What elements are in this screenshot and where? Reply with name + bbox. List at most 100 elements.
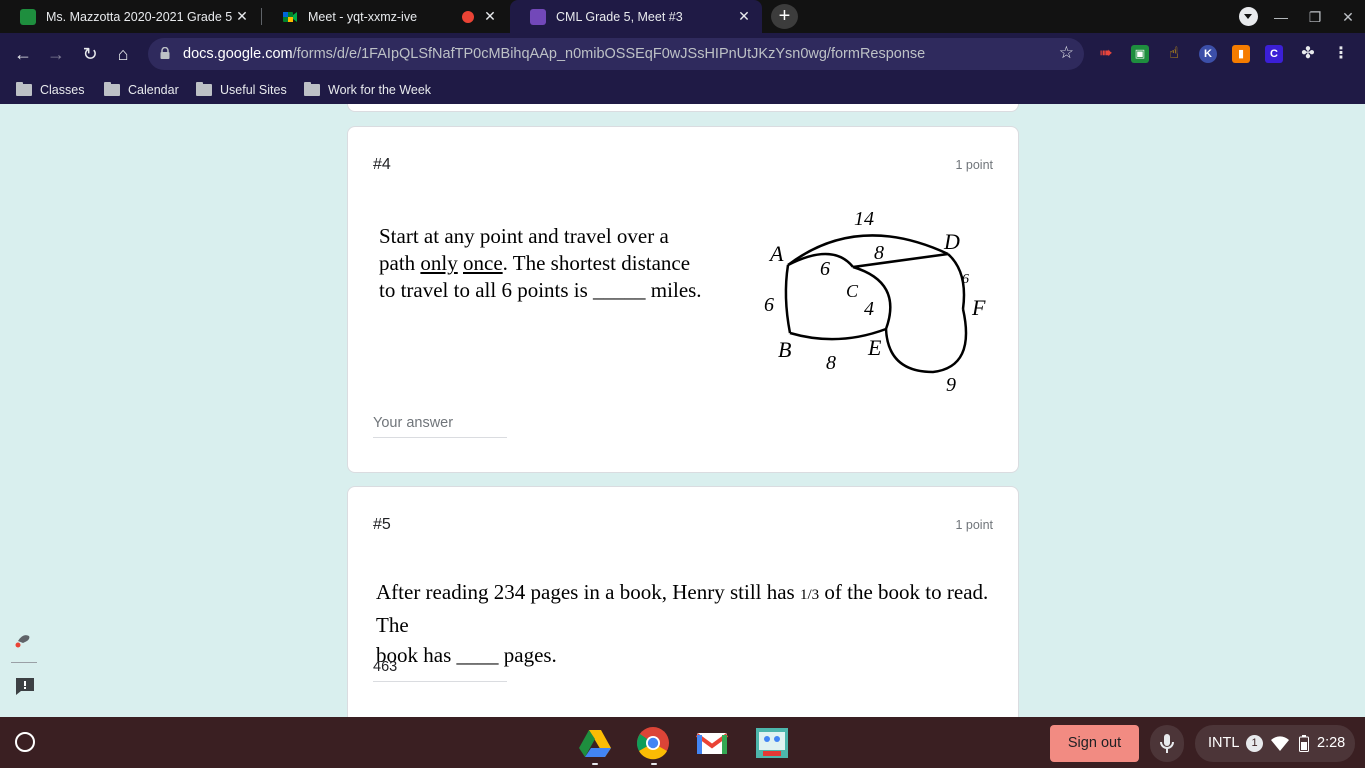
question-card-5: #5 1 point After reading 234 pages in a … [347, 486, 1019, 717]
bookmark-extension-icon[interactable]: ▮ [1232, 45, 1250, 63]
vertex-label: F [971, 295, 986, 320]
tab-forms[interactable]: CML Grade 5, Meet #3 ✕ [510, 0, 762, 33]
edge-label: 6 [764, 294, 774, 316]
edge-label: 8 [826, 352, 836, 374]
hand-raise-extension-icon[interactable]: ☝ [1165, 45, 1183, 63]
path-network-figure: A B C D E F 14 8 6 6 4 8 9 6 [764, 208, 986, 396]
notification-badge: 1 [1246, 735, 1263, 752]
bookmarks-bar: Classes Calendar Useful Sites Work for t… [0, 75, 1365, 104]
extensions-puzzle-icon[interactable]: ✤ [1299, 45, 1317, 63]
browser-toolbar: ← → ↻ ⌂ docs.google.com/forms/d/e/1FAIpQ… [0, 33, 1365, 75]
kami-extension-icon[interactable]: K [1199, 45, 1217, 63]
underlined-word: only [420, 251, 458, 275]
bookmark-folder-classes[interactable]: Classes [16, 80, 84, 100]
question-text-fragment: After reading 234 pages in a book, Henry… [376, 580, 795, 604]
tab-meet[interactable]: Meet - yqt-xxmz-ive ✕ [262, 0, 508, 33]
bookmark-folder-calendar[interactable]: Calendar [104, 80, 179, 100]
bookmark-folder-work-for-the-week[interactable]: Work for the Week [304, 80, 431, 100]
fraction-one-third: 1/3 [799, 587, 820, 603]
close-icon[interactable]: ✕ [734, 8, 754, 25]
question-text-line: to travel to all 6 points is _____ miles… [379, 278, 702, 302]
bookmark-label: Work for the Week [328, 83, 432, 97]
edge-label: 9 [946, 374, 956, 396]
status-tray[interactable]: INTL 1 2:28 [1195, 725, 1355, 762]
question-text-fragment: path [379, 251, 416, 275]
close-window-button[interactable]: ✕ [1337, 6, 1359, 28]
home-button[interactable]: ⌂ [111, 42, 135, 66]
annotation-pen-icon[interactable] [14, 631, 32, 649]
back-button[interactable]: ← [11, 42, 35, 66]
bookmark-label: Useful Sites [220, 83, 287, 97]
menu-kebab-icon[interactable]: ⋮ [1332, 45, 1350, 63]
vertex-label: D [943, 229, 960, 254]
bookmark-star-icon[interactable]: ☆ [1059, 43, 1074, 63]
clock-time: 2:28 [1317, 735, 1346, 751]
tab-classroom[interactable]: Ms. Mazzotta 2020-2021 Grade 5 ✕ [0, 0, 260, 33]
screencast-extension-icon[interactable]: ➠ [1097, 45, 1115, 63]
classroom-app-icon[interactable] [755, 726, 789, 760]
question-card-4: #4 1 point Start at any point and travel… [347, 126, 1019, 473]
app-running-indicator [651, 763, 657, 765]
recording-indicator-icon [462, 10, 474, 23]
answer-input[interactable]: Your answer [373, 412, 507, 438]
bookmark-folder-useful-sites[interactable]: Useful Sites [196, 80, 287, 100]
tab-title: Meet - yqt-xxmz-ive [308, 9, 418, 24]
tab-search-button[interactable] [1239, 7, 1258, 26]
url-text: docs.google.com/forms/d/e/1FAIpQLSfNafTP… [183, 46, 925, 62]
form-page: #4 1 point Start at any point and travel… [0, 104, 1365, 717]
reload-button[interactable]: ↻ [78, 42, 102, 66]
chrome-icon[interactable] [636, 726, 670, 760]
gmail-icon[interactable] [695, 726, 729, 760]
question-text: Start at any point and travel over a pat… [379, 223, 714, 304]
edge-label: 8 [874, 242, 884, 264]
bookmark-label: Calendar [128, 83, 179, 97]
close-icon[interactable]: ✕ [480, 8, 500, 25]
question-points: 1 point [955, 158, 993, 172]
edge-label: 6 [962, 272, 969, 287]
question-text-line: Start at any point and travel over a [379, 224, 669, 248]
bookmark-label: Classes [40, 83, 85, 97]
tab-strip: Ms. Mazzotta 2020-2021 Grade 5 ✕ Meet - … [0, 0, 1365, 33]
classroom-icon [20, 8, 36, 25]
folder-icon [104, 82, 120, 96]
address-bar[interactable]: docs.google.com/forms/d/e/1FAIpQLSfNafTP… [148, 38, 1084, 70]
battery-icon [1299, 735, 1309, 752]
tab-title: CML Grade 5, Meet #3 [556, 9, 683, 24]
edge-a-d [787, 234, 949, 266]
minimize-button[interactable]: — [1270, 6, 1292, 28]
lock-icon [160, 47, 170, 59]
c-extension-icon[interactable]: C [1265, 45, 1283, 63]
edge-label: 14 [854, 208, 874, 230]
classroom-extension-icon[interactable]: ▣ [1131, 45, 1149, 63]
edge-a-b [784, 264, 792, 334]
restore-button[interactable]: ❐ [1304, 6, 1326, 28]
os-shelf: Sign out INTL 1 2:28 [0, 717, 1365, 768]
edge-f-e [884, 308, 968, 374]
drive-icon[interactable] [578, 726, 612, 760]
feedback-icon[interactable] [14, 676, 36, 696]
app-running-indicator [592, 763, 598, 765]
launcher-button[interactable] [15, 732, 35, 752]
side-divider [11, 662, 37, 663]
input-method-label: INTL [1208, 735, 1240, 751]
vertex-label: C [846, 281, 859, 301]
forward-button[interactable]: → [44, 42, 68, 66]
edge-label: 4 [864, 298, 874, 320]
wifi-icon [1271, 736, 1289, 751]
question-text-fragment: . The shortest distance [502, 251, 691, 275]
vertex-label: A [768, 241, 784, 266]
question-text-line: path only once. The shortest distance [379, 250, 714, 277]
folder-icon [304, 82, 320, 96]
vertex-label: E [867, 335, 882, 360]
question-points: 1 point [955, 518, 993, 532]
edge-c-d [852, 252, 949, 269]
close-icon[interactable]: ✕ [232, 8, 252, 25]
voice-input-button[interactable] [1150, 725, 1184, 762]
meet-icon [283, 11, 297, 22]
tab-title: Ms. Mazzotta 2020-2021 Grade 5 [46, 9, 232, 24]
new-tab-button[interactable]: + [771, 4, 798, 29]
answer-input[interactable]: 463 [373, 656, 507, 682]
sign-out-button[interactable]: Sign out [1050, 725, 1139, 762]
url-host: docs.google.com [183, 46, 293, 62]
folder-icon [16, 82, 32, 96]
